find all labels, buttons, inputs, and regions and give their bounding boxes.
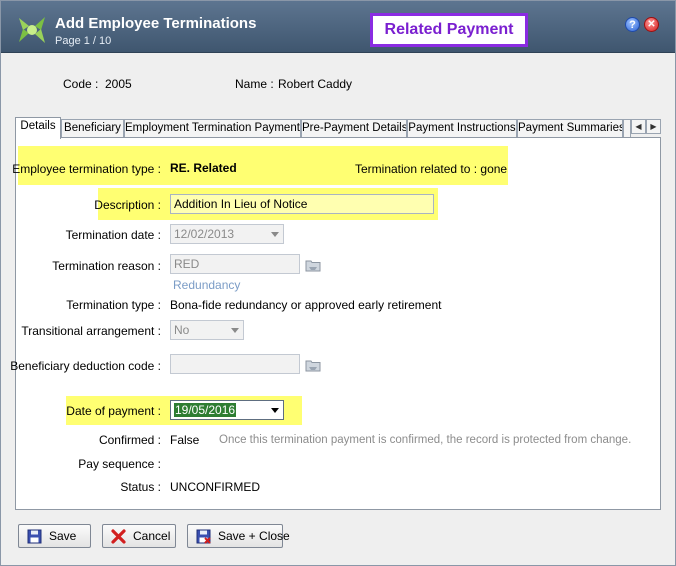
cancel-button-label: Cancel — [133, 529, 171, 543]
termination-date-label: Termination date : — [65, 228, 161, 242]
save-close-button-label: Save + Close — [218, 529, 290, 543]
tab-scroll-left-icon[interactable]: ◀ — [631, 119, 646, 134]
confirmed-label: Confirmed : — [98, 433, 161, 447]
confirmed-note: Once this termination payment is confirm… — [219, 434, 632, 446]
app-logo-icon — [19, 17, 45, 43]
date-of-payment-value: 19/05/2016 — [174, 403, 237, 417]
termination-reason-description: Redundancy — [173, 278, 241, 292]
save-button-label: Save — [49, 529, 77, 543]
floppy-disk-icon — [27, 529, 42, 544]
name-label: Name : — [235, 77, 274, 91]
chevron-down-icon[interactable] — [271, 408, 279, 413]
tab-beneficiary[interactable]: Beneficiary — [61, 119, 124, 138]
tab-details[interactable]: Details — [15, 117, 61, 139]
pay-sequence-label: Pay sequence : — [78, 457, 161, 471]
dialog-window: Add Employee Terminations Page 1 / 10 Re… — [0, 0, 676, 566]
termination-reason-label: Termination reason : — [52, 259, 161, 273]
tab-payment-instructions[interactable]: Payment Instructions — [407, 119, 517, 138]
termination-date-input[interactable]: 12/02/2013 — [170, 224, 284, 244]
chevron-down-icon — [231, 328, 239, 333]
code-label: Code : — [63, 77, 99, 91]
floppy-disk-close-icon — [196, 529, 211, 544]
transitional-arrangement-value: No — [174, 323, 190, 337]
termination-type-label: Employee termination type : — [12, 162, 161, 176]
tab-employment-termination-payments[interactable]: Employment Termination Payments — [124, 119, 301, 138]
description-input[interactable]: Addition In Lieu of Notice — [170, 194, 434, 214]
chevron-down-icon — [271, 232, 279, 237]
confirmed-value: False — [170, 433, 200, 447]
termination-related-to: Termination related to : gone — [355, 162, 508, 176]
cancel-x-icon — [111, 529, 126, 544]
folder-lookup-icon[interactable] — [305, 358, 321, 372]
termination-reason-input[interactable]: RED — [170, 254, 300, 274]
window-title: Add Employee Terminations — [55, 15, 257, 32]
folder-lookup-icon[interactable] — [305, 258, 321, 272]
cancel-button[interactable]: Cancel — [102, 524, 176, 548]
date-of-payment-label: Date of payment : — [66, 404, 161, 418]
description-label: Description : — [94, 198, 161, 212]
annotation-callout: Related Payment — [370, 13, 528, 47]
save-button[interactable]: Save — [18, 524, 91, 548]
close-icon[interactable]: ✕ — [644, 17, 659, 32]
tab-payment-summaries[interactable]: Payment Summaries — [517, 119, 623, 138]
code-value: 2005 — [105, 77, 132, 91]
save-close-button[interactable]: Save + Close — [187, 524, 290, 548]
help-icon[interactable]: ? — [625, 17, 640, 32]
termination-date-value: 12/02/2013 — [174, 227, 235, 241]
title-bar: Add Employee Terminations Page 1 / 10 Re… — [1, 1, 675, 53]
tab-pre-payment-details[interactable]: Pre-Payment Details — [301, 119, 407, 138]
tab-overflow[interactable] — [623, 119, 631, 138]
transitional-arrangement-select[interactable]: No — [170, 320, 244, 340]
termination-type-long-label: Termination type : — [66, 298, 161, 312]
beneficiary-deduction-code-input[interactable] — [170, 354, 300, 374]
date-of-payment-input[interactable]: 19/05/2016 — [170, 400, 284, 420]
termination-type-value: RE. Related — [170, 161, 237, 175]
transitional-arrangement-label: Transitional arrangement : — [21, 324, 161, 338]
page-indicator: Page 1 / 10 — [55, 35, 112, 47]
tab-strip: Details Beneficiary Employment Terminati… — [15, 117, 663, 139]
termination-type-long-value: Bona-fide redundancy or approved early r… — [170, 298, 442, 312]
name-value: Robert Caddy — [278, 77, 353, 91]
status-label: Status : — [120, 480, 161, 494]
beneficiary-deduction-code-label: Beneficiary deduction code : — [10, 359, 161, 373]
status-value: UNCONFIRMED — [170, 480, 260, 494]
tab-scroll-right-icon[interactable]: ▶ — [646, 119, 661, 134]
